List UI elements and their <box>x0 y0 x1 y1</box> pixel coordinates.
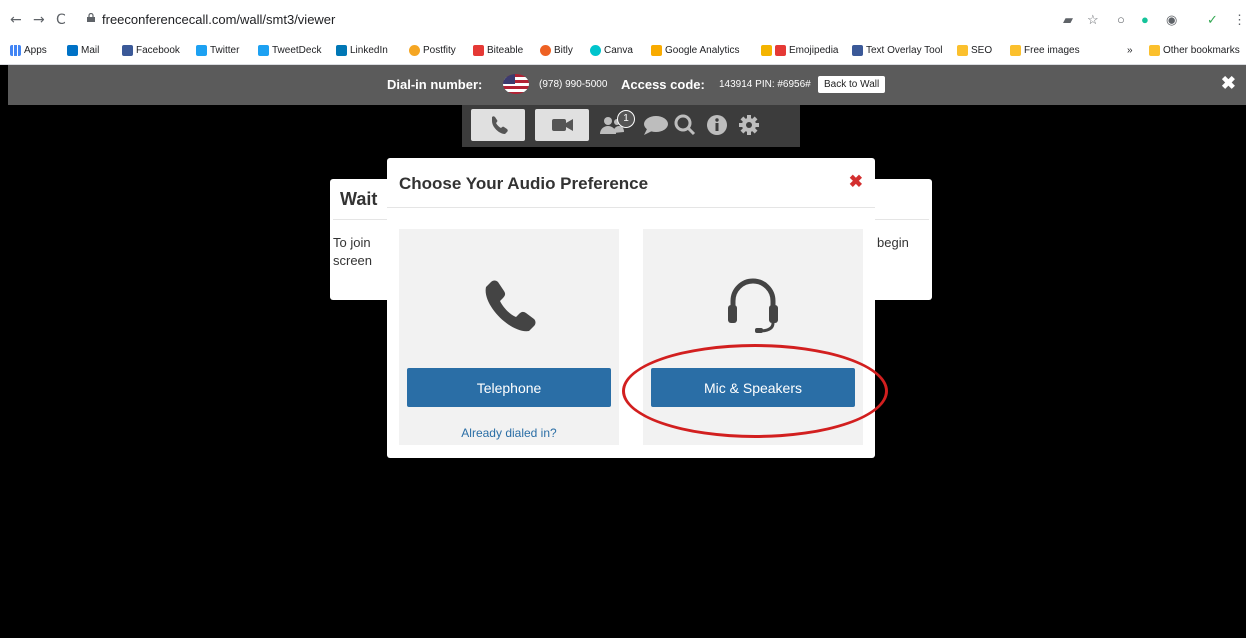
leaf-extension-icon[interactable]: ✓ <box>1207 12 1218 28</box>
chat-icon[interactable] <box>643 114 669 142</box>
waiting-title: Wait <box>340 189 378 209</box>
emojipedia-icon <box>761 45 772 56</box>
divider <box>387 207 875 208</box>
bookmark-postfity[interactable]: Postfity <box>409 45 456 56</box>
modal-title: Choose Your Audio Preference <box>399 174 649 193</box>
waiting-text-right: begin <box>877 235 909 250</box>
star-icon[interactable]: ☆ <box>1087 12 1099 28</box>
search-icon[interactable] <box>674 114 696 142</box>
phone-icon <box>485 280 536 332</box>
bookmark-mail[interactable]: Mail <box>67 45 99 56</box>
dial-in-number: (978) 990-5000 <box>539 79 608 90</box>
apps-grid-icon <box>10 45 21 56</box>
url-text[interactable]: freeconferencecall.com/wall/smt3/viewer <box>102 12 335 27</box>
bookmark-free-images[interactable]: Free images <box>1010 45 1080 56</box>
bookmark-canva[interactable]: Canva <box>590 45 633 56</box>
waiting-text-line1: To join <box>333 235 371 250</box>
headset-icon <box>728 278 778 333</box>
telephone-button[interactable]: Telephone <box>407 368 611 407</box>
biteable-icon <box>473 45 484 56</box>
browser-address-bar: ← → C freeconferencecall.com/wall/smt3/v… <box>0 0 1246 42</box>
close-icon[interactable]: ✖ <box>1221 73 1236 94</box>
menu-dots-icon[interactable]: ⋮ <box>1233 12 1246 28</box>
participants-count-badge: 1 <box>617 110 635 128</box>
bookmark-bitly[interactable]: Bitly <box>540 45 573 56</box>
bookmark-overflow[interactable]: » <box>1127 45 1133 56</box>
forward-arrow-icon[interactable]: → <box>33 12 45 28</box>
analytics-icon <box>651 45 662 56</box>
close-icon[interactable]: ✖ <box>849 172 863 192</box>
bookmark-apps[interactable]: Apps <box>10 45 47 56</box>
video-camera-icon <box>552 119 573 131</box>
settings-gear-icon[interactable] <box>738 114 760 142</box>
camera-extension-icon[interactable]: ▰ <box>1063 12 1073 28</box>
reload-icon[interactable]: C <box>56 12 66 28</box>
annotation-circle <box>622 344 888 438</box>
bookmark-twitter[interactable]: Twitter <box>196 45 239 56</box>
bookmark-google-analytics[interactable]: Google Analytics <box>651 45 740 56</box>
grammarly-icon[interactable]: ● <box>1141 12 1149 27</box>
access-code-value: 143914 PIN: #6956# <box>719 79 811 90</box>
mail-icon <box>67 45 78 56</box>
bitly-icon <box>540 45 551 56</box>
bookmark-text-overlay-tool[interactable]: Text Overlay Tool <box>852 45 943 56</box>
dial-in-label: Dial-in number: <box>387 77 483 92</box>
access-code-label: Access code: <box>621 77 705 92</box>
dial-in-bar: Dial-in number: (978) 990-5000 Access co… <box>8 65 1246 105</box>
back-to-wall-button[interactable]: Back to Wall <box>818 76 886 93</box>
folder-icon <box>1010 45 1021 56</box>
facebook-icon <box>122 45 133 56</box>
twitter-icon <box>196 45 207 56</box>
lock-icon <box>87 13 95 22</box>
phone-tab-button[interactable] <box>471 109 525 141</box>
bookmark-linkedin[interactable]: LinkedIn <box>336 45 388 56</box>
phone-icon <box>492 116 508 134</box>
postfity-icon <box>409 45 420 56</box>
folder-icon <box>957 45 968 56</box>
canva-icon <box>590 45 601 56</box>
extension-circle-icon[interactable]: ○ <box>1117 12 1125 27</box>
bookmark-facebook[interactable]: Facebook <box>122 45 180 56</box>
linkedin-icon <box>336 45 347 56</box>
tweetdeck-icon <box>258 45 269 56</box>
emojipedia-book-icon <box>775 45 786 56</box>
bookmarks-bar: Apps Mail Facebook Twitter TweetDeck Lin… <box>0 41 1246 65</box>
info-icon[interactable] <box>706 114 728 142</box>
bookmark-biteable[interactable]: Biteable <box>473 45 523 56</box>
already-dialed-in-link[interactable]: Already dialed in? <box>399 426 619 440</box>
bookmark-other[interactable]: Other bookmarks <box>1149 45 1240 56</box>
back-arrow-icon[interactable]: ← <box>10 12 22 28</box>
waiting-text-line2: screen <box>333 253 373 268</box>
bookmark-emojipedia[interactable]: Emojipedia <box>761 45 838 56</box>
video-tab-button[interactable] <box>535 109 589 141</box>
profile-extension-icon[interactable]: ◉ <box>1166 12 1177 28</box>
folder-icon <box>1149 45 1160 56</box>
bookmark-seo[interactable]: SEO <box>957 45 992 56</box>
us-flag-icon <box>503 74 529 94</box>
facebook-icon <box>852 45 863 56</box>
bookmark-tweetdeck[interactable]: TweetDeck <box>258 45 321 56</box>
telephone-option: Telephone Already dialed in? <box>399 229 619 445</box>
